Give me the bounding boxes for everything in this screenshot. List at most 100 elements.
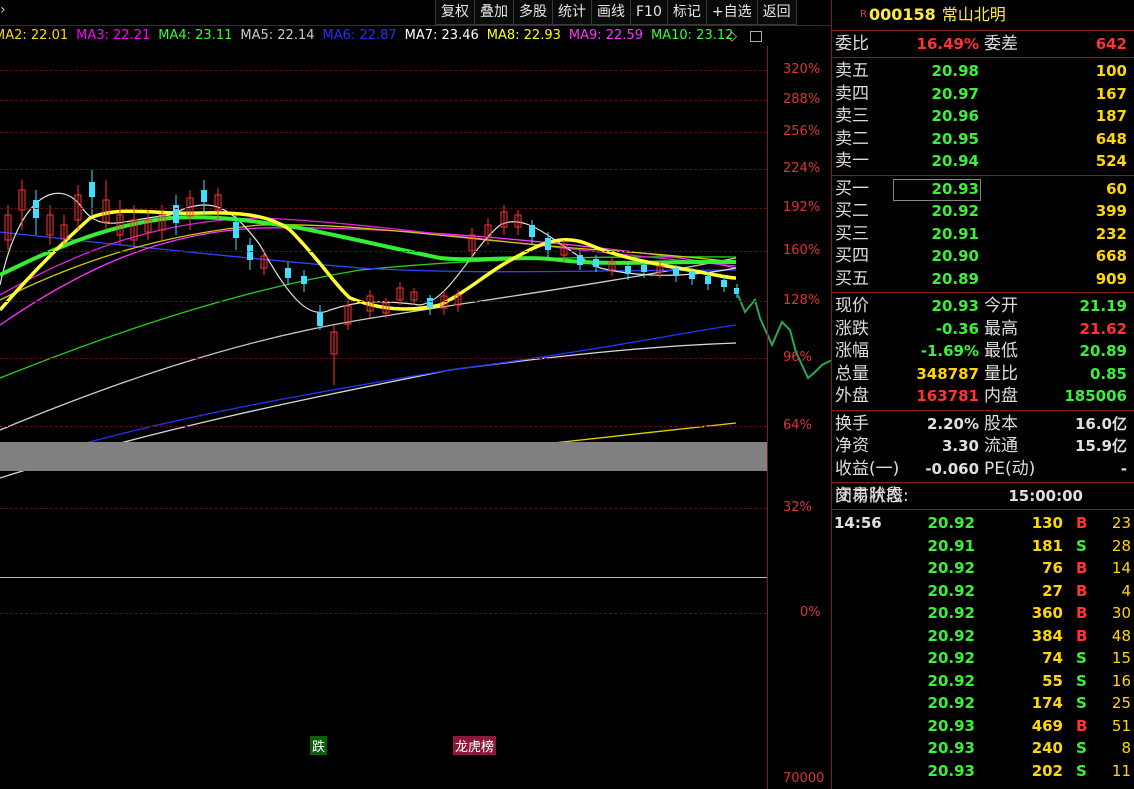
grid-line	[0, 508, 767, 509]
bid-row[interactable]: 买二 20.92 399	[832, 200, 1134, 223]
bid-book: 买一 20.93 60 买二 20.92 399 买三 20.91 232 买四 20.90 6…	[832, 176, 1134, 293]
grid-line	[0, 358, 767, 359]
volume-axis-label: 70000	[783, 771, 825, 786]
ma-legend-item-ma9: MA9: 22.59	[568, 28, 643, 43]
kline-chart-area[interactable]: › 复权 叠加 多股 统计 画线 F10 标记 +自选 返回 MA2: 22.0…	[0, 0, 831, 789]
bid-row[interactable]: 买三 20.91 232	[832, 223, 1134, 246]
tick-row: 20.92 360 B 30	[927, 604, 1131, 622]
axis-label-pct: 32%	[783, 500, 812, 515]
order-diff-label: 委差	[984, 34, 1018, 54]
quote-row: 涨幅 -1.69% 最低 20.89	[835, 341, 1127, 361]
quote-row: 涨跌 -0.36 最高 21.62	[835, 318, 1127, 339]
kline-chart-canvas[interactable]	[0, 0, 831, 789]
grid-line	[0, 132, 767, 133]
toolbar-button-multi-stock[interactable]: 多股	[513, 0, 553, 25]
axis-label-pct: 224%	[783, 161, 821, 176]
axis-label-pct: 0%	[800, 605, 821, 620]
order-ratio-value: 16.49%	[916, 35, 979, 53]
toolbar-button-back[interactable]: 返回	[756, 0, 797, 25]
tick-row: 20.93 469 B 51	[927, 716, 1131, 735]
tick-row: 20.91 181 S 28	[927, 536, 1131, 555]
quote-stats: 现价 20.93 今开 21.19 涨跌 -0.36 最高 21.62 涨幅 -1.69% 最低…	[832, 293, 1134, 411]
order-ratio-label: 委比	[835, 34, 869, 54]
axis-label-pct: 160%	[783, 243, 821, 258]
quote-row: 现价 20.93 今开 21.19	[835, 296, 1127, 316]
tick-list[interactable]: 14:56 20.92 130 B 23 20.91 181 S 28 20.92 76 B 14 …	[832, 510, 1134, 782]
trade-status-row: 交易状态: 闭市阶段 15:00:00	[832, 483, 1134, 510]
fund-row: 收益(一) -0.060 PE(动) -	[835, 458, 1127, 479]
axis-label-pct: 192%	[783, 200, 821, 215]
grid-line	[0, 70, 767, 71]
ma-legend-item-ma5: MA5: 22.14	[240, 28, 315, 43]
reference-line	[0, 577, 767, 578]
ask-row[interactable]: 卖二 20.95 648	[832, 128, 1134, 151]
ma-legend-item-ma6: MA6: 22.87	[322, 28, 397, 43]
margin-flag: R	[860, 9, 867, 20]
quote-row: 总量 348787 量比 0.85	[835, 363, 1127, 384]
ask-row[interactable]: 卖一 20.94 524	[832, 150, 1134, 173]
bid-row[interactable]: 买一 20.93 60	[832, 178, 1134, 201]
ma-legend-item-ma2: MA2: 22.01	[0, 28, 69, 43]
projection-line	[737, 294, 831, 380]
ma-legend-item-ma3: MA3: 22.21	[76, 28, 151, 43]
stock-header: R 000158 常山北明	[832, 0, 1134, 31]
ask-row[interactable]: 卖五 20.98 100	[832, 60, 1134, 83]
bid-row[interactable]: 买四 20.90 668	[832, 245, 1134, 268]
axis-label-pct: 320%	[783, 62, 821, 77]
quote-panel: R 000158 常山北明 委比 16.49% 委差 642 卖五 20.98 100 …	[831, 0, 1134, 789]
axis-label-pct: 128%	[783, 293, 821, 308]
diamond-icon[interactable]: ◇	[727, 29, 737, 44]
tick-row: 20.92 76 B 14	[927, 559, 1131, 577]
fund-row: 换手 2.20% 股本 16.0亿	[835, 413, 1127, 434]
grid-line	[0, 426, 767, 427]
event-marker-dragon-tiger[interactable]: 龙虎榜	[453, 736, 497, 755]
stock-code[interactable]: 000158	[869, 5, 936, 24]
tick-row: 14:56 20.92 130 B 23	[834, 514, 1131, 532]
fund-row: 净资 3.30 流通 15.9亿	[835, 436, 1127, 456]
grid-line	[0, 613, 767, 614]
price-axis-line	[767, 46, 768, 789]
event-marker-down[interactable]: 跌	[310, 736, 328, 755]
stock-name[interactable]: 常山北明	[942, 5, 1006, 24]
ma-legend-item-ma8: MA8: 22.93	[486, 28, 561, 43]
price-zone-band	[0, 442, 767, 471]
grid-line	[0, 208, 767, 209]
ask-row[interactable]: 卖三 20.96 187	[832, 105, 1134, 128]
toolbar-button-draw[interactable]: 画线	[591, 0, 631, 25]
tick-row: 20.93 240 S 8	[927, 739, 1131, 757]
bid-row[interactable]: 买五 20.89 909	[832, 268, 1134, 291]
trade-status-time: 15:00:00	[1008, 487, 1083, 505]
toolbar-button-overlay[interactable]: 叠加	[474, 0, 514, 25]
fundamentals: 换手 2.20% 股本 16.0亿 净资 3.30 流通 15.9亿 收益(一) -0.060…	[832, 411, 1134, 483]
window-toggle-icon[interactable]	[750, 31, 762, 42]
toolbar-button-add-watchlist[interactable]: +自选	[705, 0, 758, 25]
tick-row: 20.92 27 B 4	[927, 581, 1131, 600]
collapse-icon[interactable]: ›	[0, 2, 6, 18]
grid-line	[0, 169, 767, 170]
axis-label-pct: 64%	[783, 418, 812, 433]
ask-row[interactable]: 卖四 20.97 167	[832, 83, 1134, 106]
chart-toolbar: 复权 叠加 多股 统计 画线 F10 标记 +自选 返回	[435, 0, 797, 26]
axis-label-pct: 96%	[783, 350, 812, 365]
order-ratio-row: 委比 16.49% 委差 642	[832, 31, 1134, 58]
tick-row: 20.92 384 B 48	[927, 626, 1131, 645]
axis-label-pct: 288%	[783, 92, 821, 107]
tick-row: 20.92 174 S 25	[927, 694, 1131, 712]
axis-label-pct: 256%	[783, 124, 821, 139]
grid-line	[0, 301, 767, 302]
toolbar-button-fuquan[interactable]: 复权	[435, 0, 475, 25]
grid-line	[0, 100, 767, 101]
quote-row: 外盘 163781 内盘 185006	[835, 386, 1127, 406]
ask-book: 卖五 20.98 100 卖四 20.97 167 卖三 20.96 187 卖二 20.95…	[832, 58, 1134, 176]
ma-legend: MA2: 22.01 MA3: 22.21 MA4: 23.11 MA5: 22…	[0, 28, 733, 46]
ma-legend-item-ma7: MA7: 23.46	[404, 28, 479, 43]
tick-row: 20.93 202 S 11	[927, 761, 1131, 780]
tick-row: 20.92 74 S 15	[927, 649, 1131, 667]
ma-line-green-mid	[0, 256, 737, 379]
toolbar-button-mark[interactable]: 标记	[666, 0, 707, 25]
grid-line	[0, 251, 767, 252]
ma-legend-item-ma10: MA10: 23.12	[651, 28, 734, 43]
toolbar-button-stats[interactable]: 统计	[552, 0, 592, 25]
toolbar-button-f10[interactable]: F10	[630, 0, 668, 25]
order-diff-value: 642	[1095, 35, 1127, 53]
